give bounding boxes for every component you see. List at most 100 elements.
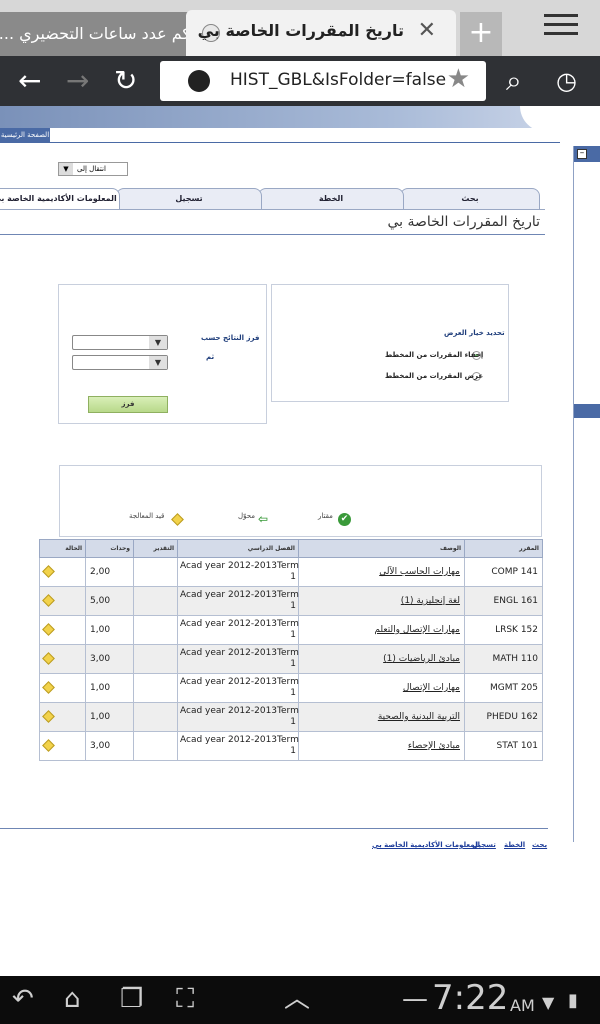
globe-icon xyxy=(188,70,210,92)
chevron-down-icon: ▼ xyxy=(59,163,73,175)
sort-button[interactable]: فرز xyxy=(88,396,168,413)
status-cell xyxy=(39,731,86,761)
status-cell xyxy=(39,673,86,703)
page-title: تاريخ المقررات الخاصة بي xyxy=(387,214,540,230)
transfer-arrow-icon: ⇦ xyxy=(258,512,269,526)
reload-icon[interactable]: ↻ xyxy=(114,64,137,98)
table-header-row: الحالة وحدات التقدير الفصل الدراسي الوصف… xyxy=(39,539,543,558)
radio-show-label: عرض المقررات من المخطط xyxy=(385,372,484,380)
col-description[interactable]: الوصف xyxy=(298,539,465,558)
saved-pages-icon[interactable]: ◷ xyxy=(556,64,577,98)
col-units[interactable]: وحدات xyxy=(85,539,134,558)
units-cell: 1,00 xyxy=(85,673,134,703)
legend-taken: مقتار xyxy=(318,512,333,520)
grade-cell xyxy=(133,644,178,674)
description-link[interactable]: لغة إنجليزية (1) xyxy=(298,586,465,616)
sort-then-label: ثم xyxy=(206,353,215,361)
legend-box: ✔ مقتار ⇦ محوّل قيد المعالجة xyxy=(59,465,542,537)
tab-title: تاريخ المقررات الخاصة بي xyxy=(197,21,404,40)
jump-to-label: انتقال إلى xyxy=(77,165,106,173)
table-row: 1,00 Acad year 2012-2013Term 1 مهارات الإ… xyxy=(39,615,543,645)
units-cell: 3,00 xyxy=(85,644,134,674)
grade-cell xyxy=(133,673,178,703)
footer-link-search[interactable]: بحث xyxy=(532,841,547,849)
description-link[interactable]: التربية البدنية والصحية xyxy=(298,702,465,732)
footer-link-my-academics[interactable]: المعلومات الأكاديمية الخاصة بي xyxy=(372,841,480,849)
back-icon[interactable]: ← xyxy=(18,64,41,98)
tab-my-academics[interactable]: المعلومات الأكاديمية الخاصة بي xyxy=(0,188,120,210)
home-nav-icon[interactable]: ⌂ xyxy=(64,984,81,1014)
jump-to-select[interactable]: ▼ انتقال إلى xyxy=(58,162,128,176)
col-status[interactable]: الحالة xyxy=(39,539,86,558)
tab-plan[interactable]: الخطة xyxy=(258,188,404,210)
banner xyxy=(0,106,560,128)
grade-cell xyxy=(133,702,178,732)
menu-icon[interactable] xyxy=(544,14,578,44)
search-icon[interactable]: ⌕ xyxy=(506,64,522,98)
table-row: 5,00 Acad year 2012-2013Term 1 لغة إنجليز… xyxy=(39,586,543,616)
description-link[interactable]: مبادئ الإحصاء xyxy=(298,731,465,761)
table-row: 1,00 Acad year 2012-2013Term 1 مهارات الإ… xyxy=(39,673,543,703)
browser-tab-strip: كم عدد ساعات التحضيري ... تاريخ المقررات… xyxy=(0,0,600,56)
term-cell: Acad year 2012-2013Term 1 xyxy=(177,673,299,703)
bookmark-star-icon[interactable]: ★ xyxy=(447,64,470,94)
term-cell: Acad year 2012-2013Term 1 xyxy=(177,586,299,616)
browser-tab-inactive[interactable]: كم عدد ساعات التحضيري ... xyxy=(0,12,190,56)
term-cell: Acad year 2012-2013Term 1 xyxy=(177,557,299,587)
home-tab[interactable]: الصفحة الرئيسية xyxy=(0,128,50,142)
legend-transferred: محوّل xyxy=(238,512,255,520)
back-nav-icon[interactable]: ↶ xyxy=(12,984,34,1014)
web-page: الصفحة الرئيسية ▼ انتقال إلى بحث الخطة ت… xyxy=(0,106,600,976)
in-progress-icon xyxy=(42,710,55,723)
tab-title: كم عدد ساعات التحضيري ... xyxy=(0,24,190,43)
in-progress-icon xyxy=(42,739,55,752)
signal-icon: ▼ xyxy=(542,993,555,1012)
display-options-box: تحديد خيار العرض إخفاء المقررات من المخط… xyxy=(271,284,509,402)
clock-ampm: AM xyxy=(510,996,535,1015)
sort-select-2[interactable]: ▼ xyxy=(72,355,168,370)
screenshot-icon[interactable]: ⛶ xyxy=(176,984,194,1014)
footer-link-plan[interactable]: الخطة xyxy=(504,841,525,849)
term-cell: Acad year 2012-2013Term 1 xyxy=(177,702,299,732)
status-cell xyxy=(39,557,86,587)
forward-icon[interactable]: → xyxy=(66,64,89,98)
units-cell: 2,00 xyxy=(85,557,134,587)
status-cell xyxy=(39,586,86,616)
course-history-table: الحالة وحدات التقدير الفصل الدراسي الوصف… xyxy=(39,539,543,761)
col-course[interactable]: المقرر xyxy=(464,539,543,558)
browser-tab-active[interactable]: تاريخ المقررات الخاصة بي ✕ xyxy=(186,10,456,56)
course-cell: MGMT 205 xyxy=(464,673,543,703)
grade-cell xyxy=(133,731,178,761)
status-cell xyxy=(39,702,86,732)
in-progress-icon xyxy=(42,652,55,665)
new-tab-button[interactable]: + xyxy=(460,12,502,56)
description-link[interactable]: مهارات الإتصال xyxy=(298,673,465,703)
col-grade[interactable]: التقدير xyxy=(133,539,178,558)
status-cell xyxy=(39,644,86,674)
description-link[interactable]: مبادئ الرياضيات (1) xyxy=(298,644,465,674)
nav-tabs: بحث الخطة تسجيل المعلومات الأكاديمية الخ… xyxy=(0,188,545,210)
table-row: 3,00 Acad year 2012-2013Term 1 مبادئ الإح… xyxy=(39,731,543,761)
col-term[interactable]: الفصل الدراسي xyxy=(177,539,299,558)
close-tab-icon[interactable]: ✕ xyxy=(418,18,436,43)
status-cell xyxy=(39,615,86,645)
collapse-icon[interactable]: – xyxy=(577,149,587,159)
footer-links: بحث الخطة تسجيل المعلومات الأكاديمية الخ… xyxy=(372,841,548,853)
tab-enroll[interactable]: تسجيل xyxy=(116,188,262,210)
side-panel: – xyxy=(573,146,600,842)
tab-search[interactable]: بحث xyxy=(400,188,540,210)
url-text: HIST_GBL&IsFolder=false xyxy=(230,70,447,90)
sort-select-1[interactable]: ▼ xyxy=(72,335,168,350)
course-cell: LRSK 152 xyxy=(464,615,543,645)
display-options-title: تحديد خيار العرض xyxy=(444,329,505,337)
address-bar[interactable]: HIST_GBL&IsFolder=false ★ xyxy=(160,61,486,101)
description-link[interactable]: مهارات الإتصال والتعلم xyxy=(298,615,465,645)
recent-apps-icon[interactable]: ❐ xyxy=(120,984,143,1014)
system-nav-bar: ↶ ⌂ ❐ ⛶ ︿ — 7:22 AM ▼ ▮ xyxy=(0,976,600,1024)
description-link[interactable]: مهارات الحاسب الآلي xyxy=(298,557,465,587)
units-cell: 1,00 xyxy=(85,702,134,732)
chevron-up-icon[interactable]: ︿ xyxy=(284,984,310,1014)
in-progress-icon xyxy=(42,594,55,607)
units-cell: 5,00 xyxy=(85,586,134,616)
grade-cell xyxy=(133,615,178,645)
